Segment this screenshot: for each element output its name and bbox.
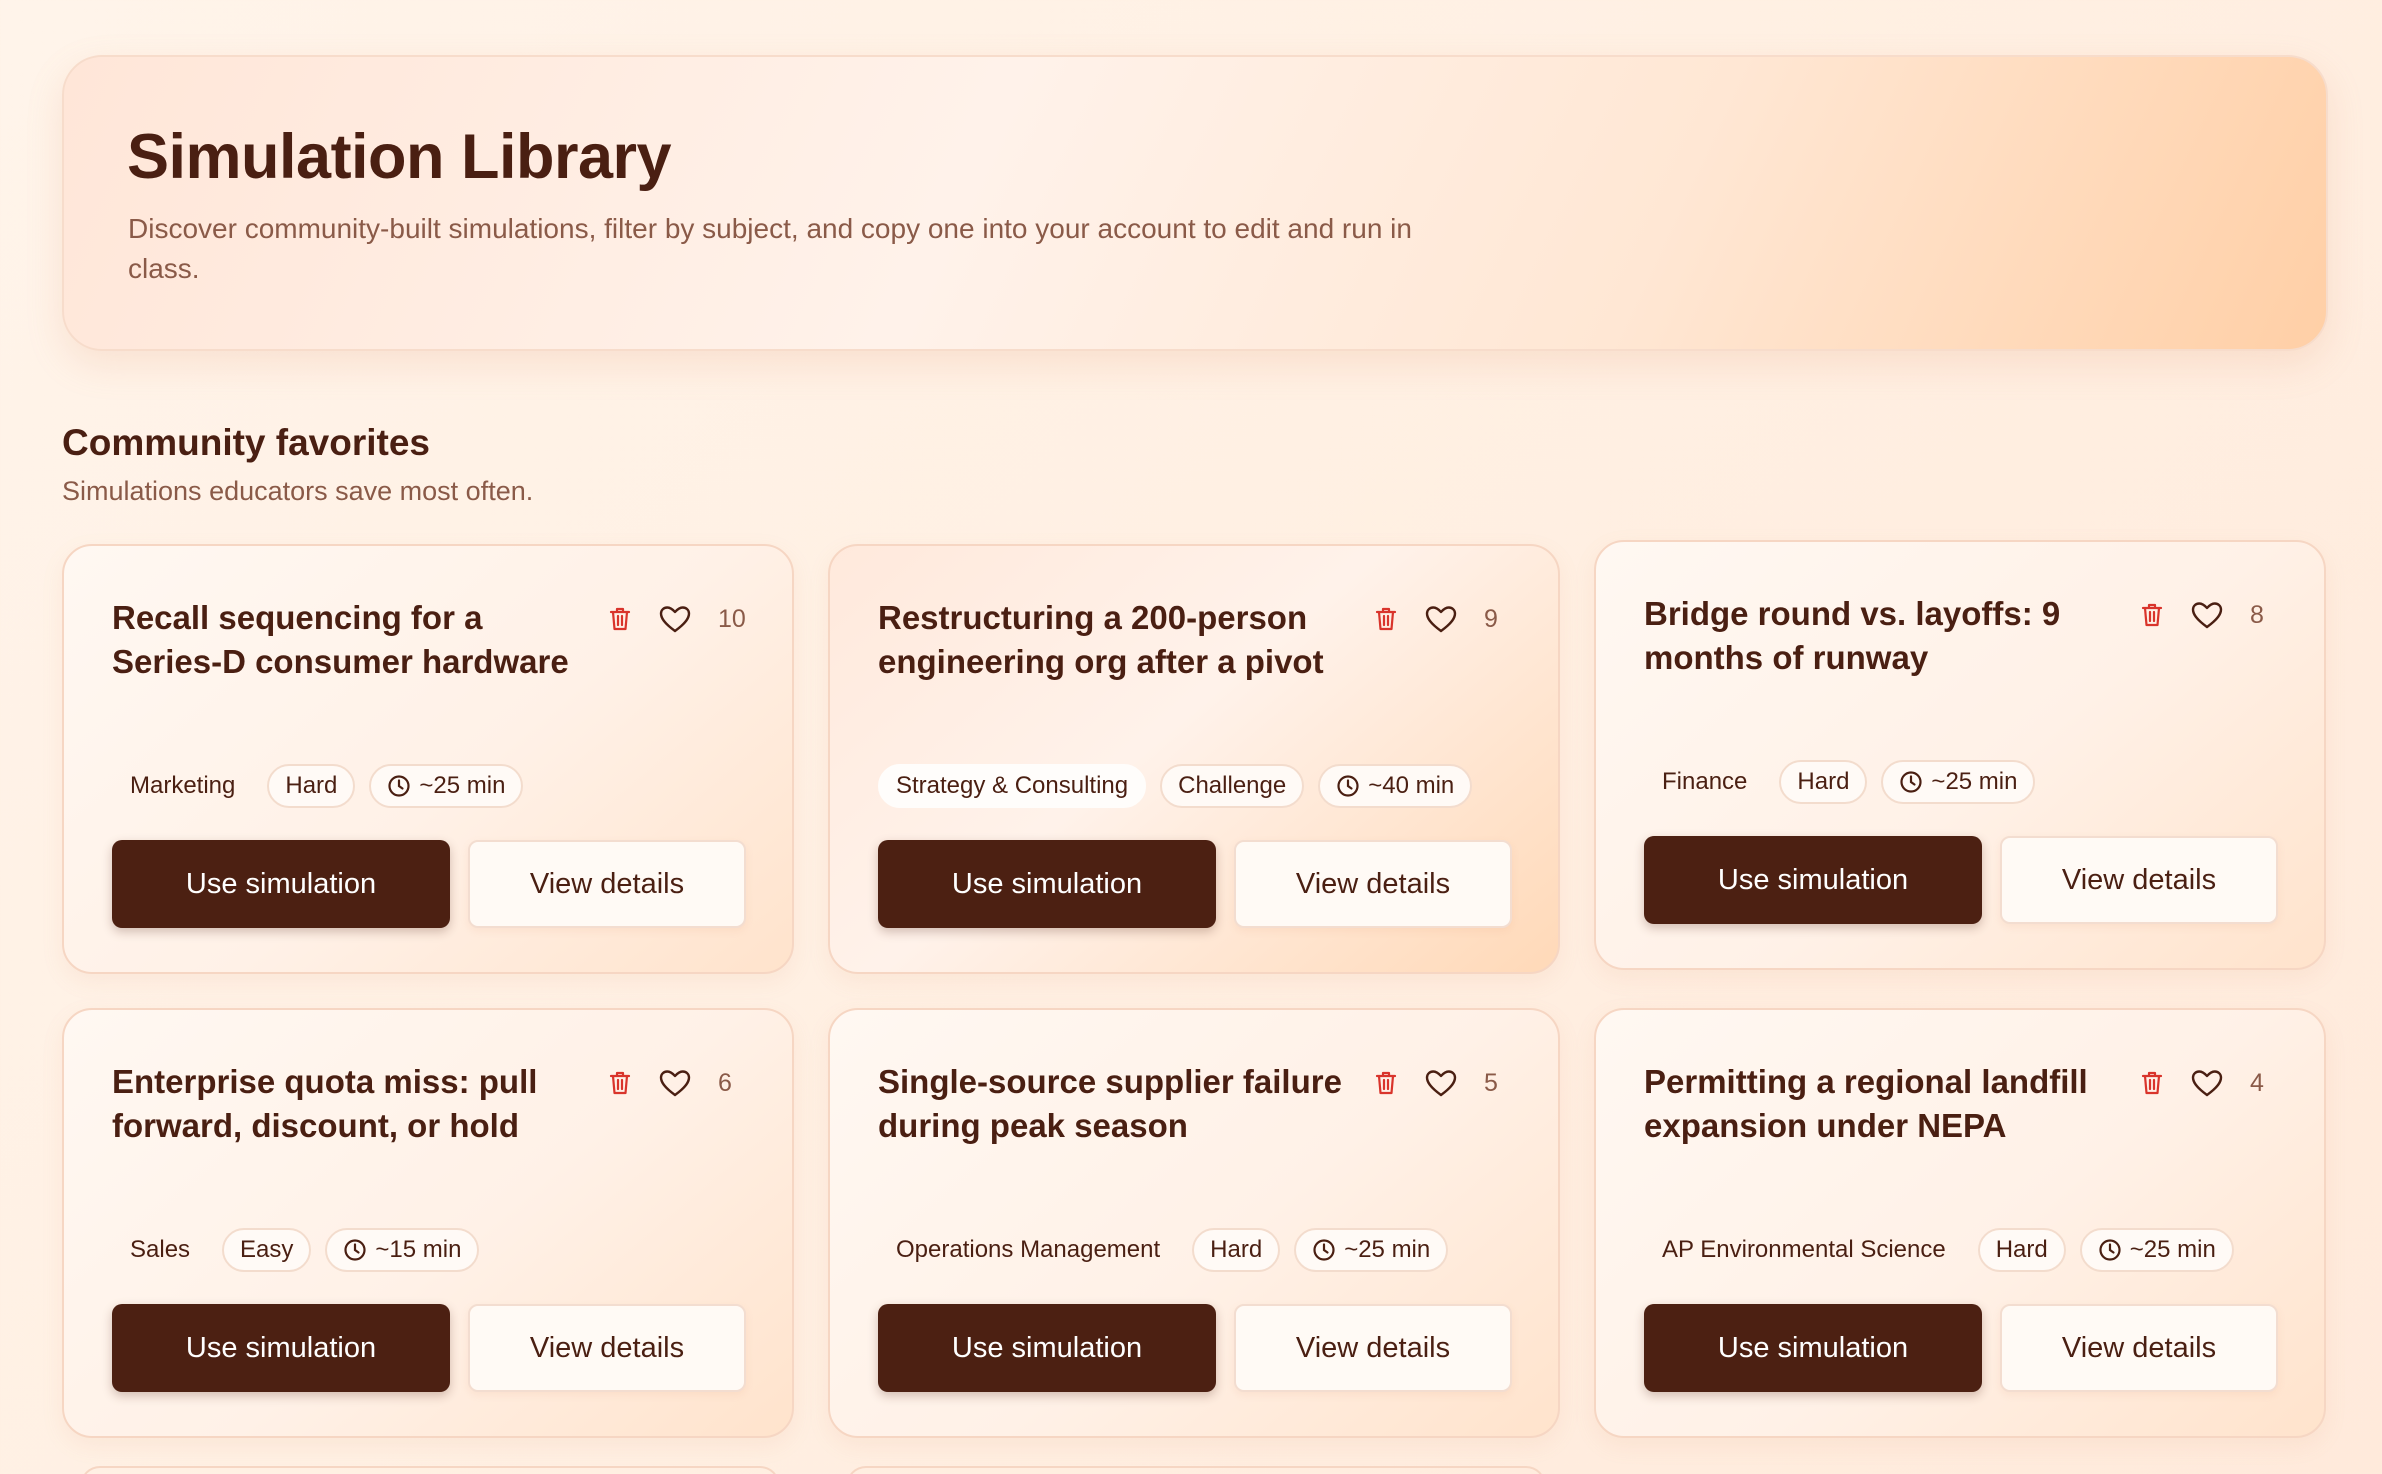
heart-icon[interactable] <box>658 1068 692 1098</box>
heart-icon[interactable] <box>2190 1068 2224 1098</box>
duration-tag: ~40 min <box>1318 764 1473 808</box>
duration-label: ~25 min <box>1344 1236 1431 1263</box>
clock-icon <box>2099 1239 2121 1261</box>
view-details-button[interactable]: View details <box>1234 1304 1512 1392</box>
subject-tag: AP Environmental Science <box>1662 1236 1946 1263</box>
trash-icon[interactable] <box>1374 606 1398 632</box>
trash-icon[interactable] <box>2140 1070 2164 1096</box>
library-hero: Simulation Library Discover community-bu… <box>62 55 2328 351</box>
clock-icon <box>388 775 411 797</box>
clock-icon <box>344 1239 367 1261</box>
card-title: Restructuring a 200-person engineering o… <box>878 599 1324 680</box>
difficulty-tag: Easy <box>222 1228 312 1272</box>
duration-tag: ~25 min <box>1294 1228 1449 1272</box>
subject-tag: Marketing <box>130 772 236 799</box>
trash-icon[interactable] <box>608 606 632 632</box>
clock-icon <box>1313 1239 1335 1261</box>
card-title: Permitting a regional landfill expansion… <box>1644 1063 2088 1144</box>
trash-icon[interactable] <box>1374 1070 1398 1096</box>
page-description: Discover community-built simulations, fi… <box>128 213 1412 284</box>
like-count: 9 <box>1484 604 1498 633</box>
use-simulation-button[interactable]: Use simulation <box>1644 836 1982 924</box>
use-simulation-button[interactable]: Use simulation <box>112 840 450 928</box>
section-subtitle: Simulations educators save most often. <box>62 476 534 506</box>
subject-tag: Strategy & Consulting <box>878 764 1147 808</box>
duration-label: ~40 min <box>1368 772 1455 799</box>
use-simulation-button[interactable]: Use simulation <box>878 840 1216 928</box>
card-title: Single-source supplier failure during pe… <box>878 1063 1342 1144</box>
view-details-button[interactable]: View details <box>1234 840 1512 928</box>
duration-tag: ~25 min <box>1881 760 2036 804</box>
card-title: Enterprise quota miss: pull forward, dis… <box>112 1063 538 1144</box>
simulation-card: Permitting a regional landfill expansion… <box>1594 1008 2326 1438</box>
difficulty-tag: Hard <box>1977 1228 2066 1272</box>
like-count: 10 <box>718 604 746 633</box>
section-title: Community favorites <box>62 422 431 463</box>
duration-label: ~25 min <box>2129 1236 2216 1263</box>
difficulty-tag: Challenge <box>1160 764 1305 808</box>
simulation-card: Bridge round vs. layoffs: 9 months of ru… <box>1594 540 2326 970</box>
card-title: Bridge round vs. layoffs: 9 months of ru… <box>1644 595 2061 676</box>
difficulty-tag: Hard <box>1192 1228 1281 1272</box>
like-count: 6 <box>718 1068 732 1097</box>
like-count: 5 <box>1484 1068 1498 1097</box>
simulation-card: Recall sequencing for a Series-D consume… <box>62 544 794 974</box>
difficulty-tag: Hard <box>267 764 356 808</box>
duration-label: ~25 min <box>419 772 506 799</box>
duration-tag: ~25 min <box>369 764 524 808</box>
use-simulation-button[interactable]: Use simulation <box>1644 1304 1982 1392</box>
trash-icon[interactable] <box>608 1070 632 1096</box>
duration-tag: ~25 min <box>2079 1228 2234 1272</box>
view-details-button[interactable]: View details <box>2000 1304 2278 1392</box>
heart-icon[interactable] <box>1424 604 1458 634</box>
like-count: 4 <box>2250 1068 2264 1097</box>
subject-tag: Sales <box>130 1236 191 1263</box>
subject-tag: Operations Management <box>896 1236 1161 1263</box>
use-simulation-button[interactable]: Use simulation <box>112 1304 450 1392</box>
like-count: 8 <box>2250 600 2264 629</box>
trash-icon[interactable] <box>2140 602 2164 628</box>
next-row-card-edge <box>846 1466 1546 1474</box>
next-row-card-edge <box>80 1466 780 1474</box>
heart-icon[interactable] <box>658 604 692 634</box>
card-title: Recall sequencing for a Series-D consume… <box>112 599 569 680</box>
simulation-card: Enterprise quota miss: pull forward, dis… <box>62 1008 794 1438</box>
view-details-button[interactable]: View details <box>2000 836 2278 924</box>
simulation-card: Restructuring a 200-person engineering o… <box>828 544 1560 974</box>
heart-icon[interactable] <box>1424 1068 1458 1098</box>
view-details-button[interactable]: View details <box>468 1304 746 1392</box>
clock-icon <box>1337 775 1359 797</box>
difficulty-tag: Hard <box>1779 760 1868 804</box>
page-title: Simulation Library <box>127 122 672 192</box>
use-simulation-button[interactable]: Use simulation <box>878 1304 1216 1392</box>
subject-tag: Finance <box>1662 768 1748 795</box>
duration-label: ~25 min <box>1931 768 2018 795</box>
duration-label: ~15 min <box>375 1236 462 1263</box>
simulation-card: Single-source supplier failure during pe… <box>828 1008 1560 1438</box>
heart-icon[interactable] <box>2190 600 2224 630</box>
clock-icon <box>1900 771 1923 793</box>
view-details-button[interactable]: View details <box>468 840 746 928</box>
duration-tag: ~15 min <box>325 1228 480 1272</box>
